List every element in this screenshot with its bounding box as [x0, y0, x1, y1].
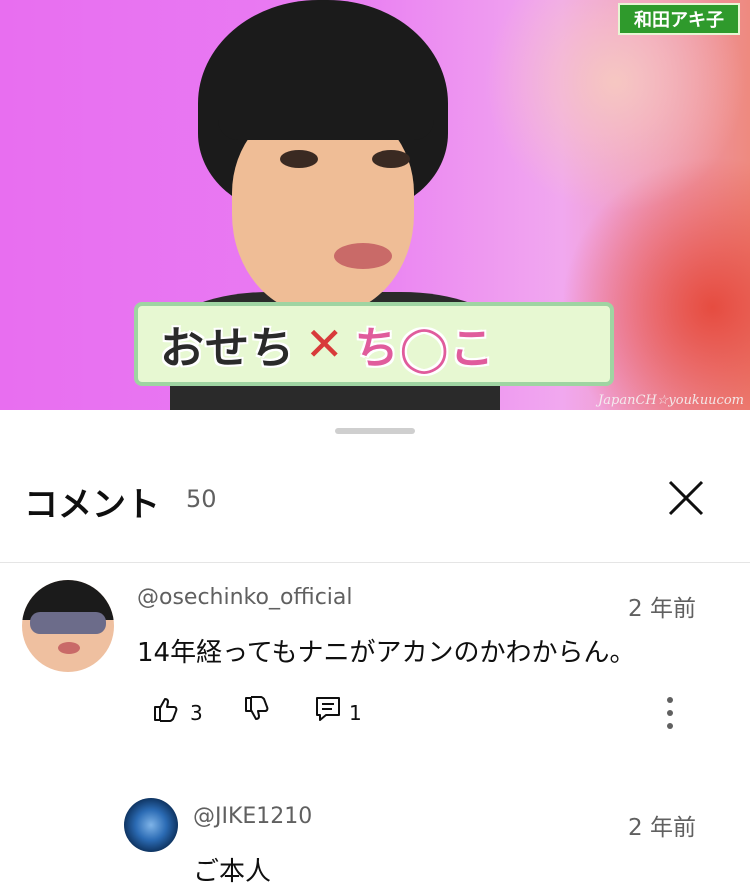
video-frame-eye — [280, 150, 318, 168]
video-frame-person-bangs — [218, 70, 434, 140]
comments-title: コメント — [24, 485, 160, 525]
caption-left: おせち — [160, 323, 295, 374]
video-frame-eye — [372, 150, 410, 168]
video-name-tag: 和田アキ子 — [618, 3, 740, 35]
caption-right: ち◯こ — [354, 323, 495, 374]
comment-time: 2 年前 — [628, 596, 696, 622]
more-options-icon[interactable] — [663, 696, 677, 730]
reply-icon[interactable] — [314, 695, 342, 723]
drag-handle[interactable] — [335, 428, 415, 434]
thumbs-down-icon[interactable] — [243, 695, 271, 723]
caption-mark: ✕ — [305, 317, 345, 371]
reply-author[interactable]: @JIKE1210 — [193, 804, 312, 829]
reply-count: 1 — [349, 701, 362, 725]
divider — [0, 562, 750, 563]
video-frame-mouth — [334, 243, 392, 269]
reply-time: 2 年前 — [628, 815, 696, 841]
video-caption: おせち ✕ ち◯こ — [134, 302, 614, 386]
avatar[interactable] — [22, 580, 114, 672]
comments-sheet: コメント 50 @osechinko_official 2 年前 14年経っても… — [0, 410, 750, 892]
comment-text: 14年経ってもナニがアカンのかわからん。 — [137, 638, 636, 668]
like-count: 3 — [190, 701, 203, 725]
reply-text: ご本人 — [193, 857, 272, 887]
thumbs-up-icon[interactable] — [152, 695, 180, 723]
video-watermark: JapanCH☆youkuucom — [598, 393, 744, 408]
video-player[interactable]: 和田アキ子 おせち ✕ ち◯こ JapanCH☆youkuucom — [0, 0, 750, 410]
close-icon[interactable] — [664, 476, 708, 520]
comments-count: 50 — [186, 485, 217, 513]
comment-author[interactable]: @osechinko_official — [137, 585, 353, 610]
avatar[interactable] — [124, 798, 178, 852]
